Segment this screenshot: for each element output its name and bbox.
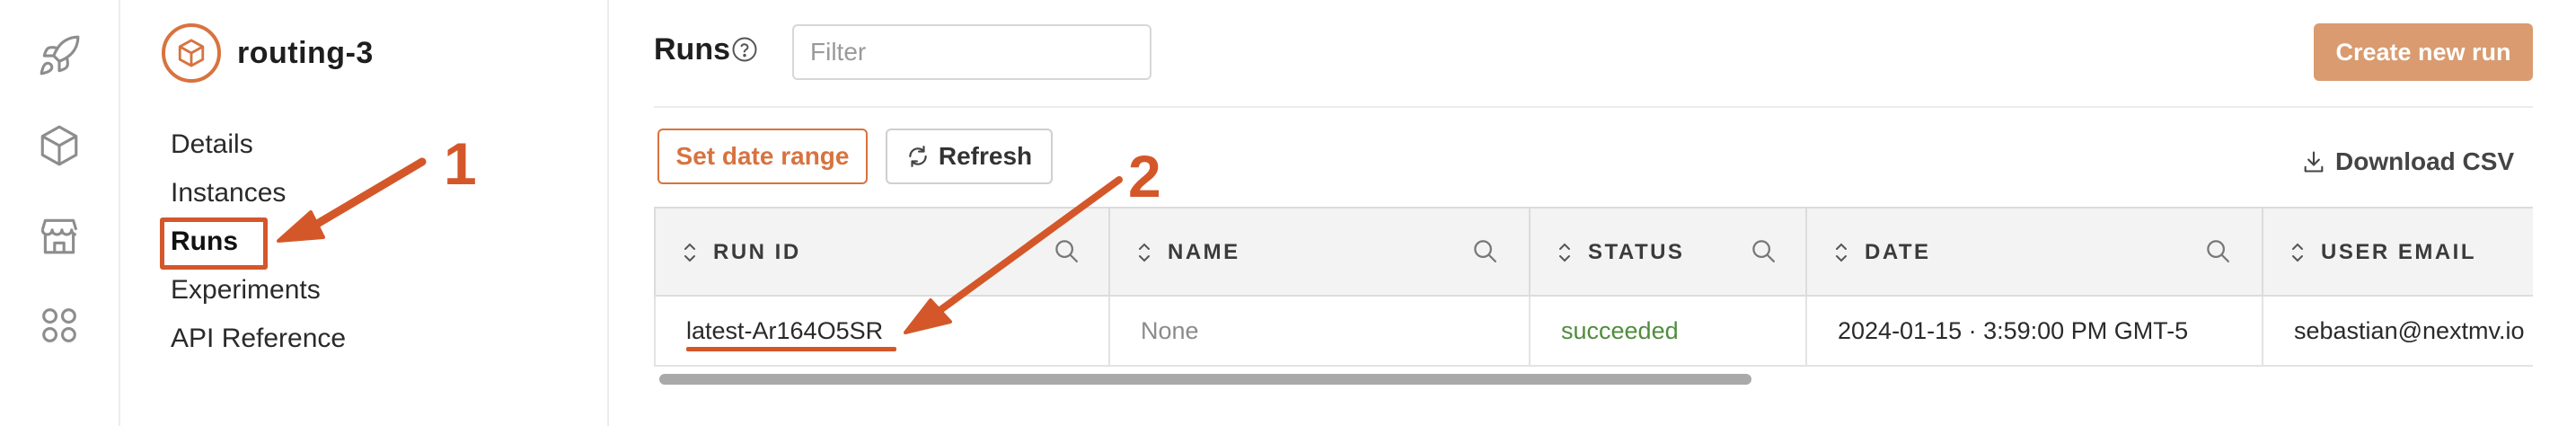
column-label: RUN ID: [713, 240, 801, 264]
download-icon: [2304, 151, 2324, 173]
annotation-underline: [686, 347, 896, 351]
app-name: routing-3: [237, 35, 374, 70]
icon-rail: [0, 0, 120, 426]
sort-icon[interactable]: [683, 242, 697, 263]
column-header-run-id[interactable]: RUN ID: [654, 209, 1110, 297]
create-new-run-button[interactable]: Create new run: [2314, 23, 2533, 81]
download-csv-button[interactable]: Download CSV: [2301, 142, 2514, 182]
column-label: DATE: [1865, 240, 1931, 264]
app-logo-cube-icon: [162, 23, 221, 83]
marketplace-icon[interactable]: [32, 209, 86, 262]
runs-table: RUN ID NAME STATUS DATE USER EMAIL lates…: [654, 207, 2533, 367]
column-label: USER EMAIL: [2321, 240, 2477, 264]
annotation-highlight-box: [160, 217, 268, 270]
sort-icon[interactable]: [1137, 242, 1151, 263]
nav-item-api-reference[interactable]: API Reference: [171, 318, 346, 367]
refresh-label: Refresh: [938, 142, 1033, 170]
cell-status: succeeded: [1531, 297, 1807, 365]
refresh-icon: [909, 146, 927, 167]
column-header-status[interactable]: STATUS: [1531, 209, 1807, 297]
help-icon[interactable]: [731, 36, 758, 63]
sort-icon[interactable]: [1834, 242, 1848, 263]
nav-item-instances[interactable]: Instances: [171, 173, 346, 221]
page-title: Runs: [654, 32, 730, 67]
nav-item-details[interactable]: Details: [171, 124, 346, 173]
table-row[interactable]: latest-Ar164O5SR None succeeded 2024-01-…: [654, 297, 2533, 367]
rocket-icon[interactable]: [32, 29, 86, 83]
column-header-name[interactable]: NAME: [1110, 209, 1531, 297]
download-csv-label: Download CSV: [2335, 147, 2515, 175]
filter-input[interactable]: [792, 24, 1151, 80]
column-label: NAME: [1168, 240, 1240, 264]
apps-grid-icon[interactable]: [32, 298, 86, 352]
sort-icon[interactable]: [1557, 242, 1572, 263]
search-icon[interactable]: [1053, 237, 1080, 264]
header-divider: [654, 106, 2533, 108]
cube-icon[interactable]: [32, 119, 86, 173]
search-icon[interactable]: [1471, 237, 1498, 264]
sort-icon[interactable]: [2290, 242, 2305, 263]
annotation-number-1: 1: [444, 130, 477, 197]
main-content: Runs Create new run Set date range Refre…: [654, 0, 2576, 426]
horizontal-scrollbar[interactable]: [659, 374, 1751, 385]
cell-date: 2024-01-15 · 3:59:00 PM GMT-5: [1807, 297, 2263, 365]
cell-name: None: [1110, 297, 1531, 365]
column-header-date[interactable]: DATE: [1807, 209, 2263, 297]
table-header: RUN ID NAME STATUS DATE USER EMAIL: [654, 207, 2533, 297]
nav-item-experiments[interactable]: Experiments: [171, 270, 346, 318]
search-icon[interactable]: [2204, 237, 2231, 264]
set-date-range-button[interactable]: Set date range: [657, 129, 868, 184]
app-sidebar: routing-3 Details Instances Runs Experim…: [120, 0, 609, 426]
search-icon[interactable]: [1750, 237, 1777, 264]
cell-run-id[interactable]: latest-Ar164O5SR: [654, 297, 1110, 365]
refresh-button[interactable]: Refresh: [886, 129, 1053, 184]
column-label: STATUS: [1588, 240, 1685, 264]
column-header-user-email[interactable]: USER EMAIL: [2263, 209, 2533, 297]
cell-user-email: sebastian@nextmv.io: [2294, 317, 2525, 344]
app-header: routing-3: [162, 23, 374, 83]
annotation-number-2: 2: [1128, 143, 1161, 209]
